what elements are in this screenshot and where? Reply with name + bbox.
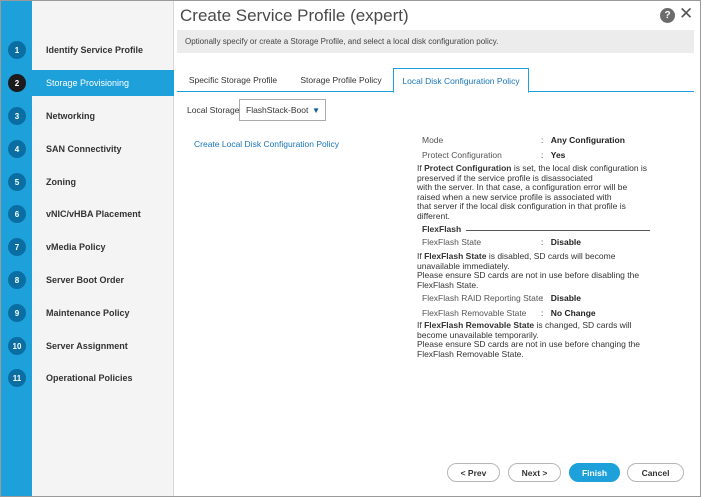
step-server-assignment[interactable]: 10 Server Assignment bbox=[1, 333, 174, 359]
step-label: Server Assignment bbox=[46, 341, 128, 351]
protect-value: Yes bbox=[550, 150, 566, 160]
note-text: is disabled, SD cards will become bbox=[486, 251, 616, 261]
description-bar: Optionally specify or create a Storage P… bbox=[177, 30, 694, 53]
help-icon[interactable]: ? bbox=[660, 8, 675, 23]
step-label: Zoning bbox=[46, 177, 76, 187]
step-vmedia-policy[interactable]: 7 vMedia Policy bbox=[1, 234, 174, 260]
step-number: 6 bbox=[8, 205, 26, 223]
colon: : bbox=[541, 135, 544, 145]
step-networking[interactable]: 3 Networking bbox=[1, 103, 174, 129]
colon: : bbox=[541, 237, 544, 247]
note-line: FlexFlash State. bbox=[417, 279, 479, 290]
mode-value: Any Configuration bbox=[550, 135, 625, 145]
step-label: Server Boot Order bbox=[46, 275, 125, 285]
step-zoning[interactable]: 5 Zoning bbox=[1, 169, 174, 195]
step-number: 4 bbox=[8, 140, 26, 158]
tab-specific-storage-profile[interactable]: Specific Storage Profile bbox=[181, 68, 285, 92]
flexflash-state-value: Disable bbox=[550, 237, 581, 247]
cancel-button[interactable]: Cancel bbox=[627, 463, 684, 482]
note-emphasis: Protect Configuration bbox=[424, 163, 512, 173]
tab-storage-profile-policy[interactable]: Storage Profile Policy bbox=[291, 68, 391, 92]
step-label: Networking bbox=[46, 111, 96, 121]
removable-state-row: FlexFlash Removable State bbox=[422, 308, 526, 318]
removable-state-value-wrap: : No Change bbox=[541, 308, 596, 318]
colon: : bbox=[541, 150, 544, 160]
step-number: 3 bbox=[8, 107, 26, 125]
protect-row: Protect Configuration bbox=[422, 150, 502, 160]
removable-state-value: No Change bbox=[550, 308, 596, 318]
section-divider bbox=[466, 230, 650, 231]
note-emphasis: FlexFlash State bbox=[424, 251, 487, 261]
note-line: that server if the local disk configurat… bbox=[417, 201, 626, 211]
step-label: Maintenance Policy bbox=[46, 308, 130, 318]
flexflash-state-key: FlexFlash State bbox=[422, 237, 482, 247]
protect-note: If Protect Configuration is set, the loc… bbox=[417, 163, 657, 221]
colon: : bbox=[541, 293, 544, 303]
removable-note: If FlexFlash Removable State is changed,… bbox=[417, 320, 657, 359]
prev-button[interactable]: < Prev bbox=[447, 463, 500, 482]
step-label: vMedia Policy bbox=[46, 242, 106, 252]
step-number: 11 bbox=[8, 369, 26, 387]
step-label: vNIC/vHBA Placement bbox=[46, 209, 141, 219]
storage-tabs: Specific Storage Profile Storage Profile… bbox=[177, 68, 694, 93]
raid-state-value: Disable bbox=[550, 293, 581, 303]
step-number: 2 bbox=[8, 74, 26, 92]
note-line: FlexFlash Removable State. bbox=[417, 348, 524, 359]
step-number: 5 bbox=[8, 173, 26, 191]
step-number: 10 bbox=[8, 337, 26, 355]
step-label: Identify Service Profile bbox=[46, 45, 144, 55]
step-number: 1 bbox=[8, 41, 26, 59]
note-text: is changed, SD cards will bbox=[534, 320, 632, 330]
colon: : bbox=[541, 308, 544, 318]
flexflash-note: If FlexFlash State is disabled, SD cards… bbox=[417, 251, 657, 290]
note-line: different. bbox=[417, 210, 450, 221]
step-san-connectivity[interactable]: 4 SAN Connectivity bbox=[1, 136, 174, 162]
step-number: 8 bbox=[8, 271, 26, 289]
protect-key: Protect Configuration bbox=[422, 150, 502, 160]
flexflash-state-value-wrap: : Disable bbox=[541, 237, 581, 247]
step-storage-provisioning[interactable]: 2 Storage Provisioning bbox=[1, 70, 174, 96]
step-operational-policies[interactable]: 11 Operational Policies bbox=[1, 365, 174, 391]
raid-state-key: FlexFlash RAID Reporting State bbox=[422, 293, 543, 303]
step-label: Storage Provisioning bbox=[46, 78, 130, 88]
raid-state-row: FlexFlash RAID Reporting State bbox=[422, 293, 543, 303]
step-number: 7 bbox=[8, 238, 26, 256]
flexflash-state-row: FlexFlash State bbox=[422, 237, 481, 247]
chevron-down-icon: ▼ bbox=[312, 106, 320, 115]
protect-value-wrap: : Yes bbox=[541, 150, 565, 160]
create-service-profile-dialog: 1 Identify Service Profile 2 Storage Pro… bbox=[0, 0, 701, 497]
finish-button[interactable]: Finish bbox=[569, 463, 620, 482]
step-number: 9 bbox=[8, 304, 26, 322]
step-label: Operational Policies bbox=[46, 373, 133, 383]
step-maintenance-policy[interactable]: 9 Maintenance Policy bbox=[1, 300, 174, 326]
flexflash-section-title: FlexFlash bbox=[422, 224, 462, 234]
step-identify-service-profile[interactable]: 1 Identify Service Profile bbox=[1, 37, 174, 63]
step-vnic-vhba-placement[interactable]: 6 vNIC/vHBA Placement bbox=[1, 201, 174, 227]
note-text: is set, the local disk configuration is bbox=[511, 163, 648, 173]
local-storage-label: Local Storage: bbox=[187, 105, 242, 115]
raid-state-value-wrap: : Disable bbox=[541, 293, 581, 303]
next-button[interactable]: Next > bbox=[508, 463, 561, 482]
step-label: SAN Connectivity bbox=[46, 144, 122, 154]
dialog-title: Create Service Profile (expert) bbox=[180, 6, 409, 25]
note-emphasis: FlexFlash Removable State bbox=[424, 320, 535, 330]
mode-value-wrap: : Any Configuration bbox=[541, 135, 625, 145]
local-storage-value: FlashStack-Boot bbox=[246, 105, 309, 115]
tab-local-disk-configuration-policy[interactable]: Local Disk Configuration Policy bbox=[393, 68, 529, 93]
step-server-boot-order[interactable]: 8 Server Boot Order bbox=[1, 267, 174, 293]
mode-row: Mode bbox=[422, 135, 443, 145]
removable-state-key: FlexFlash Removable State bbox=[422, 308, 527, 318]
mode-key: Mode bbox=[422, 135, 444, 145]
create-local-disk-policy-link[interactable]: Create Local Disk Configuration Policy bbox=[194, 139, 339, 149]
local-storage-select[interactable]: FlashStack-Boot ▼ bbox=[239, 99, 326, 121]
close-icon[interactable]: ✕ bbox=[679, 4, 693, 24]
